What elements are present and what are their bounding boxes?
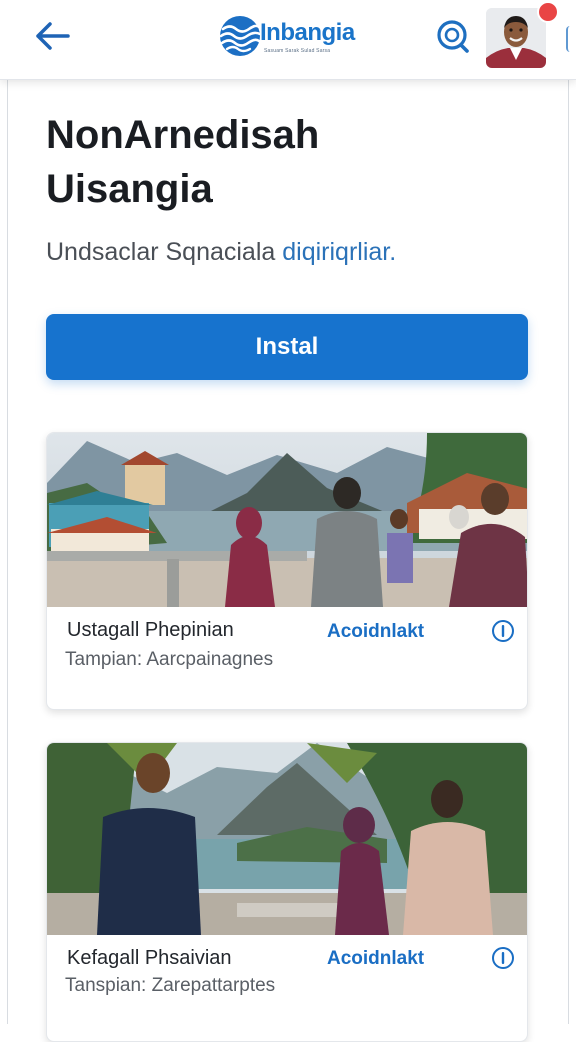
card-title: Ustagall Phepinian (67, 619, 234, 641)
page-subtitle: Undsaclar Sqnaciala diqiriqrliar. (46, 238, 526, 267)
frame-divider-right (568, 80, 569, 1024)
page-title: NonArnedisah Uisangia (46, 108, 526, 216)
search-button[interactable] (432, 14, 472, 58)
info-icon[interactable] (491, 619, 515, 643)
brand-logo[interactable]: Inbangia Sasuam Sarak Sulad Sarsa (218, 12, 368, 60)
lake-viewpoint-photo (47, 433, 527, 607)
card-action-link[interactable]: Acoidnlakt (327, 621, 424, 643)
search-icon (437, 20, 469, 53)
listing-card[interactable]: Kefagall Phsaivian Tanspian: Zarepattarp… (46, 742, 528, 1042)
card-subtitle: Tampian: Aarcpainagnes (65, 649, 274, 670)
page-title-line-2: Uisangia (46, 167, 213, 211)
subtitle-accent-text: diqiriqrliar. (282, 238, 397, 266)
top-app-bar: Inbangia Sasuam Sarak Sulad Sarsa (0, 0, 576, 80)
profile-photo (486, 8, 546, 68)
card-subtitle: Tanspian: Zarepattarptes (65, 975, 276, 996)
tropical-lake-photo (47, 743, 527, 935)
card-action-link[interactable]: Acoidnlakt (327, 948, 424, 970)
frame-divider-left (7, 80, 8, 1024)
install-button[interactable]: Instal (46, 314, 528, 380)
brand-tagline: Sasuam Sarak Sulad Sarsa (264, 48, 331, 54)
edge-indicator (566, 26, 576, 52)
subtitle-text: Undsaclar Sqnaciala (46, 238, 283, 266)
wave-globe-icon (219, 16, 262, 56)
notification-badge[interactable] (537, 1, 559, 23)
user-avatar[interactable] (486, 8, 546, 68)
page-title-line-1: NonArnedisah (46, 113, 320, 157)
listing-card[interactable]: Ustagall Phepinian Tampian: Aarcpainagne… (46, 432, 528, 710)
back-button[interactable] (30, 16, 76, 56)
arrow-left-icon (36, 22, 70, 50)
card-title: Kefagall Phsaivian (67, 947, 232, 969)
app-screen: Inbangia Sasuam Sarak Sulad Sarsa NonArn… (0, 0, 576, 1042)
brand-name: Inbangia (260, 19, 355, 46)
info-icon[interactable] (491, 946, 515, 970)
